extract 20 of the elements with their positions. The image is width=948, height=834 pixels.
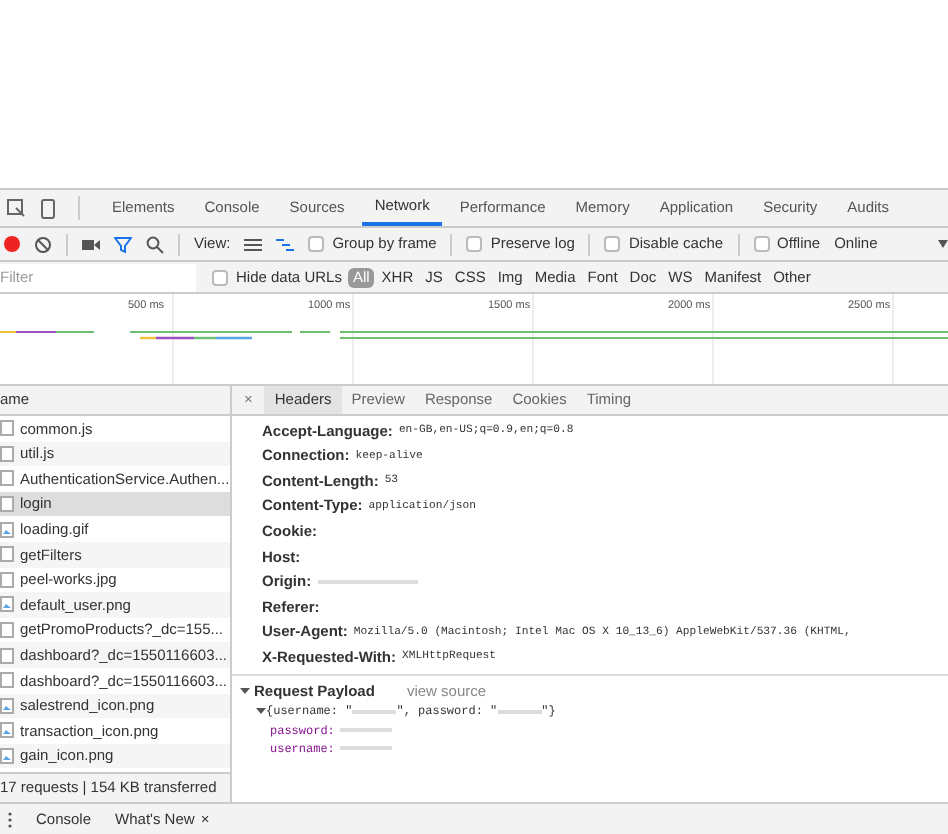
checkbox[interactable] [466, 236, 483, 252]
image-file-icon [0, 722, 14, 739]
list-icon[interactable] [244, 237, 263, 251]
device-icon[interactable] [38, 197, 58, 219]
image-file-icon [0, 697, 14, 714]
search-icon[interactable] [146, 235, 164, 253]
waterfall-icon[interactable] [276, 237, 295, 251]
checkbox[interactable] [308, 236, 325, 252]
record-icon[interactable] [4, 236, 20, 252]
camera-icon[interactable] [82, 237, 100, 251]
clear-icon[interactable] [34, 235, 52, 253]
inspect-icon[interactable] [6, 198, 26, 218]
image-file-icon [0, 748, 14, 765]
checkbox[interactable] [753, 236, 770, 252]
checkbox[interactable] [604, 236, 621, 252]
dropdown-icon [937, 240, 948, 248]
image-file-icon [0, 596, 14, 613]
filter-icon[interactable] [114, 235, 132, 253]
checkbox[interactable] [212, 269, 228, 285]
image-file-icon [0, 521, 14, 538]
